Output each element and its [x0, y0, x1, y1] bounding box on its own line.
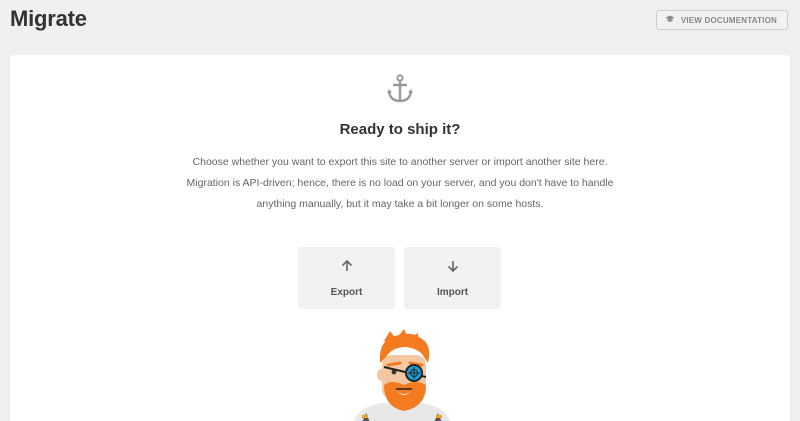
description-line-1: Choose whether you want to export this s… [192, 156, 608, 168]
description: Choose whether you want to export this s… [10, 152, 790, 215]
graduation-cap-icon [665, 15, 675, 25]
import-button[interactable]: Import [404, 247, 501, 309]
card-heading: Ready to ship it? [339, 121, 461, 138]
pirate-mascot [342, 327, 462, 421]
view-documentation-label: VIEW DOCUMENTATION [680, 15, 777, 25]
description-line-3: anything manually, but it may take a bit… [256, 198, 544, 210]
page-title: Migrate [10, 6, 87, 31]
migration-actions: Export Import [298, 247, 501, 309]
anchor-icon [386, 74, 414, 104]
export-button[interactable]: Export [298, 247, 395, 309]
export-label: Export [330, 286, 363, 298]
arrow-up-icon [341, 259, 353, 277]
view-documentation-button[interactable]: VIEW DOCUMENTATION [655, 10, 788, 30]
migrate-card: Ready to ship it? Choose whether you wan… [10, 55, 790, 421]
arrow-down-icon [447, 259, 459, 277]
import-label: Import [436, 286, 469, 298]
description-line-2: Migration is API-driven; hence, there is… [186, 177, 614, 189]
